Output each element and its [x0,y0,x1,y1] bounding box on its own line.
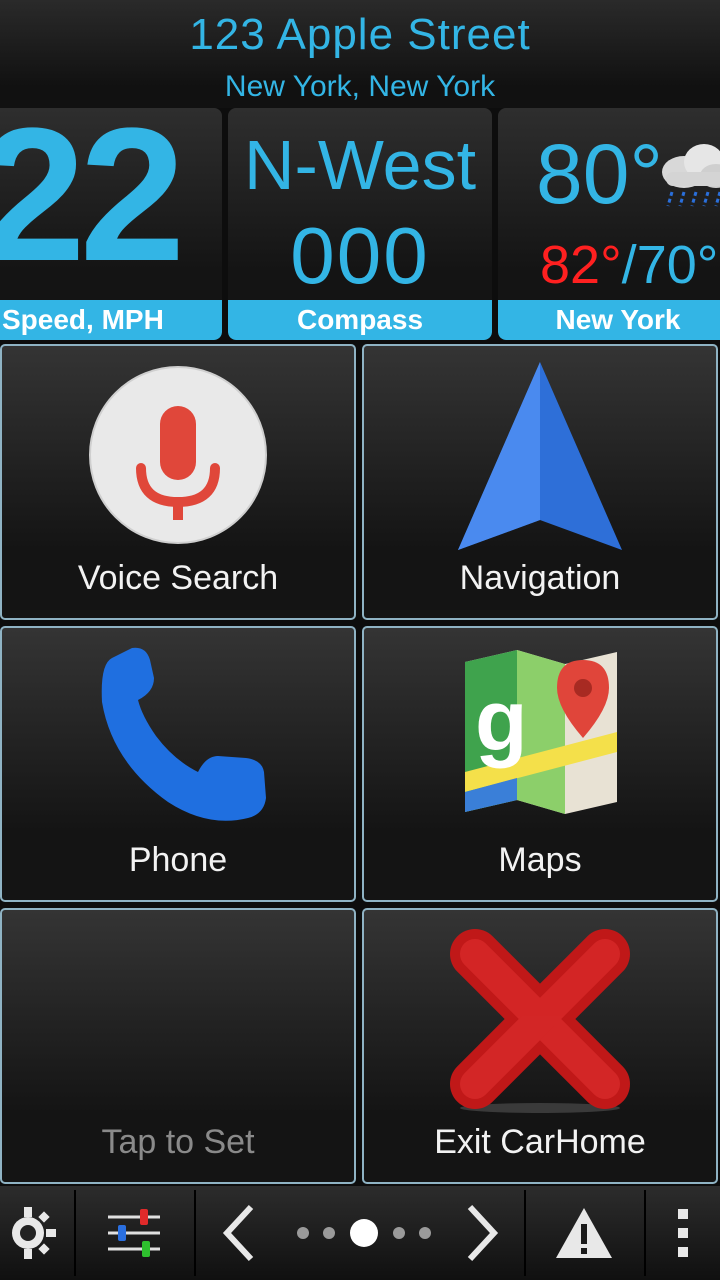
warning-button[interactable] [526,1186,642,1280]
bottom-toolbar [0,1186,720,1280]
brightness-icon [12,1207,56,1259]
exit-carhome-label: Exit CarHome [434,1123,646,1161]
next-page-button[interactable] [442,1186,522,1280]
high-temperature: 82° [540,235,622,295]
compass-degrees: 000 [290,211,430,300]
street-address: 123 Apple Street [189,10,531,59]
red-x-icon [450,929,630,1113]
rain-cloud-icon [662,144,720,207]
city-state: New York, New York [224,70,496,103]
navigation-arrow-icon [458,362,622,550]
compass-label: Compass [228,300,492,340]
address-header: 123 Apple Street New York, New York [0,0,720,108]
compass-panel[interactable]: N-West 000 Compass [228,108,492,340]
unassigned-tile[interactable]: Tap to Set [0,908,356,1184]
navigation-tile[interactable]: Navigation [362,344,718,620]
phone-handset-icon [101,647,266,821]
previous-page-button[interactable] [196,1186,282,1280]
exit-carhome-tile[interactable]: Exit CarHome [362,908,718,1184]
overflow-menu-button[interactable] [646,1186,720,1280]
page-indicator [282,1186,442,1280]
weather-panel[interactable]: 80° 82°/70° New York [498,108,720,340]
navigation-label: Navigation [459,559,621,597]
settings-sliders-icon [108,1209,160,1257]
settings-button[interactable] [76,1186,192,1280]
temperature-separator: / [621,235,637,295]
microphone-icon [89,366,267,544]
high-low-temperature: 82°/70° [540,238,718,292]
speed-value: 22 [0,108,185,301]
phone-tile[interactable]: Phone [0,626,356,902]
maps-label: Maps [498,841,582,879]
chevron-left-icon [222,1204,254,1262]
page-dots [297,1219,431,1247]
svg-text:g: g [475,673,528,769]
low-temperature: 70° [636,235,719,295]
compass-direction: N-West [243,126,477,204]
speed-label: Speed, MPH [0,300,222,340]
maps-tile[interactable]: g Maps [362,626,718,902]
phone-label: Phone [128,841,228,879]
voice-search-label: Voice Search [77,559,279,597]
brightness-button[interactable] [0,1186,72,1280]
voice-search-tile[interactable]: Voice Search [0,344,356,620]
tap-to-set-label: Tap to Set [101,1123,255,1161]
warning-icon [556,1208,612,1258]
chevron-right-icon [467,1204,499,1262]
speed-panel[interactable]: 22 Speed, MPH [0,108,222,340]
google-maps-icon: g [465,650,617,814]
weather-location: New York [498,300,720,340]
overflow-menu-icon [678,1209,688,1257]
current-temperature: 80° [536,127,664,221]
